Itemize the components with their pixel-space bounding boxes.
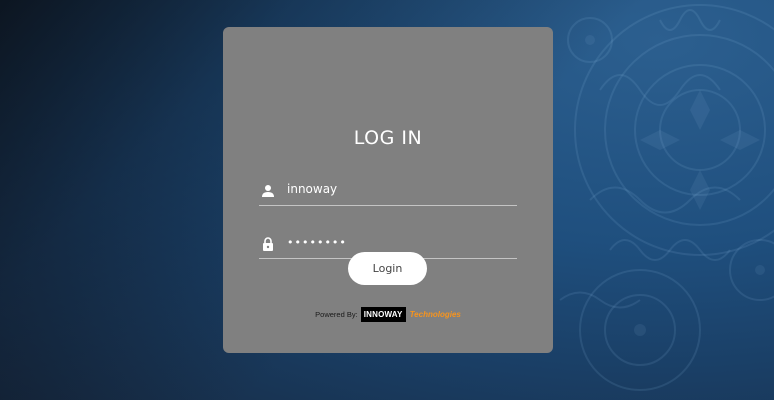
login-card: LOG IN Login Powered By: INNOWAY Technol… xyxy=(223,27,553,353)
username-input[interactable] xyxy=(287,178,507,200)
innoway-logo: INNOWAY xyxy=(360,306,406,322)
brand-technologies-text: Technologies xyxy=(409,309,461,319)
username-field-group xyxy=(259,177,517,206)
login-title: LOG IN xyxy=(353,127,423,149)
login-button[interactable]: Login xyxy=(348,252,427,285)
user-icon xyxy=(262,185,274,197)
password-input[interactable] xyxy=(287,231,507,253)
powered-by-label: Powered By: xyxy=(315,309,358,319)
lock-icon xyxy=(263,237,273,251)
powered-by-footer: Powered By: INNOWAY Technologies xyxy=(223,305,553,323)
